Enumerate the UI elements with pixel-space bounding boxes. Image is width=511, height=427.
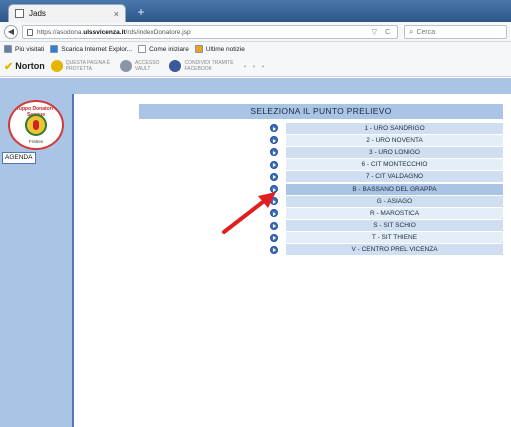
- toolbar-item-text: Accesso Vault: [135, 60, 159, 72]
- red-arrow-annotation: [222, 192, 276, 234]
- address-bar[interactable]: https://asodona.ulssvicenza.it/rds/index…: [22, 25, 398, 39]
- arrow-circle-icon: [270, 245, 278, 254]
- select-site-button[interactable]: [262, 147, 286, 158]
- select-site-button[interactable]: [262, 159, 286, 170]
- shield-check-icon: [50, 60, 63, 72]
- select-site-button[interactable]: [262, 244, 286, 255]
- site-label[interactable]: T - SIT THIENE: [286, 232, 503, 244]
- search-icon: ⌕: [409, 27, 414, 36]
- norton-toolbar: ✔ Norton Questa pagina è protetta Accesso V…: [0, 56, 511, 77]
- norton-check-icon: ✔: [4, 60, 14, 73]
- logo-emblem-icon: [25, 114, 47, 136]
- bookmark-label: Più visitati: [15, 45, 45, 53]
- list-item: R - MAROSTICA: [262, 207, 503, 219]
- gear-icon: [4, 45, 12, 53]
- site-label[interactable]: 1 - URO SANDRIGO: [286, 122, 503, 134]
- agenda-button[interactable]: AGENDA: [2, 152, 36, 164]
- url-text[interactable]: https://asodona.ulssvicenza.it/rds/index…: [37, 29, 372, 36]
- list-item: B - BASSANO DEL GRAPPA: [262, 183, 503, 195]
- bookmark-item[interactable]: Scarica Internet Explor...: [50, 45, 132, 53]
- ie-icon: [50, 45, 59, 53]
- tab-title: Jads: [29, 9, 46, 18]
- bookmarks-bar: Più visitati Scarica Internet Explor... Co…: [0, 42, 511, 56]
- toolbar-item[interactable]: Accesso Vault: [120, 60, 159, 72]
- reload-icon[interactable]: ▽ C: [372, 28, 393, 36]
- site-label[interactable]: 6 - CIT MONTECCHIO: [286, 159, 503, 171]
- list-item: 1 - URO SANDRIGO: [262, 122, 503, 134]
- association-logo: Gruppo Donatori di Sangue Fratres: [8, 100, 64, 150]
- search-placeholder: Cerca: [416, 28, 436, 36]
- logo-bottom-text: Fratres: [28, 139, 44, 144]
- facebook-icon: [169, 60, 182, 72]
- toolbar-item-text: Condividi tramite Facebook: [184, 60, 233, 72]
- lock-icon: [27, 28, 33, 36]
- site-label[interactable]: B - BASSANO DEL GRAPPA: [286, 183, 503, 195]
- arrow-circle-icon: [270, 136, 278, 145]
- new-tab-button[interactable]: +: [132, 5, 150, 19]
- rss-icon: [194, 45, 203, 53]
- toolbar-item[interactable]: Condividi tramite Facebook: [169, 60, 234, 72]
- site-label[interactable]: G - ASIAGO: [286, 195, 503, 207]
- browser-tab-bar: Jads × +: [0, 0, 511, 22]
- page-icon: [138, 45, 147, 53]
- norton-button[interactable]: ✔ Norton: [4, 60, 45, 73]
- page-title: SELEZIONA IL PUNTO PRELIEVO: [139, 104, 503, 119]
- bookmark-item[interactable]: Più visitati: [4, 45, 44, 53]
- arrow-circle-icon: [270, 172, 278, 181]
- list-item: 6 - CIT MONTECCHIO: [262, 159, 503, 171]
- bookmark-label: Ultime notizie: [205, 45, 245, 53]
- list-item: 2 - URO NOVENTA: [262, 134, 503, 146]
- site-label[interactable]: 3 - URO LONIGO: [286, 146, 503, 158]
- back-button[interactable]: ◀: [4, 25, 18, 39]
- site-label[interactable]: 2 - URO NOVENTA: [286, 134, 503, 146]
- list-item: V - CENTRO PREL VICENZA: [262, 244, 503, 256]
- toolbar-item-line2: protetta: [65, 66, 93, 72]
- bookmark-label: Scarica Internet Explor...: [61, 45, 133, 53]
- list-item: G - ASIAGO: [262, 195, 503, 207]
- navigation-bar: ◀ https://asodona.ulssvicenza.it/rds/ind…: [0, 22, 511, 42]
- site-label[interactable]: V - CENTRO PREL VICENZA: [286, 244, 503, 256]
- toolbar-item[interactable]: Questa pagina è protetta: [50, 60, 110, 72]
- site-label[interactable]: 7 - CIT VALDAGNO: [286, 171, 503, 183]
- page-top-band: [0, 78, 511, 94]
- select-site-button[interactable]: [262, 123, 286, 134]
- site-label[interactable]: R - MAROSTICA: [286, 207, 503, 219]
- norton-label: Norton: [15, 61, 45, 71]
- select-site-button[interactable]: [262, 135, 286, 146]
- toolbar-item-line2: Facebook: [184, 66, 212, 72]
- toolbar-item-text: Questa pagina è protetta: [66, 60, 110, 72]
- more-dots-icon[interactable]: • • •: [244, 62, 267, 71]
- favicon-icon: [15, 9, 24, 18]
- arrow-circle-icon: [270, 160, 278, 169]
- sidebar: Gruppo Donatori di Sangue Fratres AGENDA: [0, 94, 74, 427]
- arrow-circle-icon: [270, 124, 278, 133]
- list-item: 3 - URO LONIGO: [262, 146, 503, 158]
- vault-icon: [120, 60, 132, 72]
- arrow-circle-icon: [270, 148, 278, 157]
- select-site-button[interactable]: [262, 171, 286, 182]
- list-item: 7 - CIT VALDAGNO: [262, 171, 503, 183]
- collection-site-list: 1 - URO SANDRIGO 2 - URO NOVENTA 3 - URO L…: [262, 122, 503, 256]
- toolbar-item-line2: Vault: [135, 66, 151, 72]
- bookmark-label: Come iniziare: [149, 45, 189, 53]
- list-item: T - SIT THIENE: [262, 232, 503, 244]
- bookmark-item[interactable]: Come iniziare: [138, 45, 189, 53]
- browser-tab[interactable]: Jads ×: [8, 4, 126, 22]
- list-item: S - SIT SCHIO: [262, 220, 503, 232]
- close-tab-icon[interactable]: ×: [114, 9, 119, 19]
- site-label[interactable]: S - SIT SCHIO: [286, 220, 503, 232]
- search-input[interactable]: ⌕ Cerca: [404, 25, 507, 39]
- bookmark-item[interactable]: Ultime notizie: [194, 45, 245, 53]
